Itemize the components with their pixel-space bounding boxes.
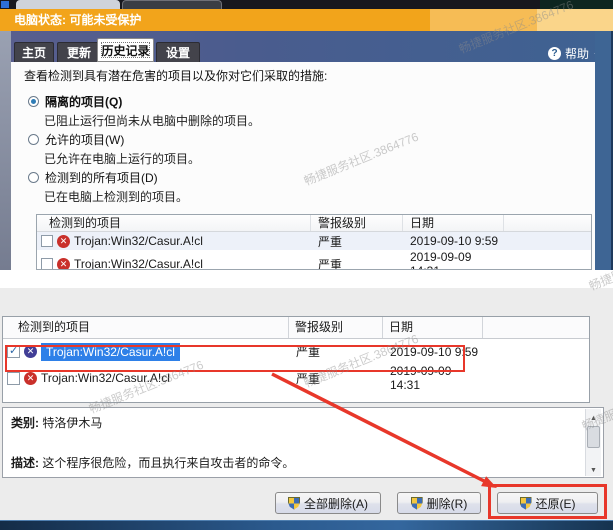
col-empty — [483, 317, 589, 338]
severe-threat-icon — [24, 345, 37, 358]
window-right-border — [595, 31, 613, 270]
screenshot-root: 电脑状态: 可能未受保护 主页 更新 历史记录 设置 ? 帮助 查看检测到具有潜… — [0, 0, 613, 530]
radio-icon — [28, 172, 39, 183]
threat-details-panel: 类别: 特洛伊木马 描述: 这个程序很危险，而且执行来自攻击者的命令。 — [2, 407, 604, 478]
description-line: 描述: 这个程序很危险，而且执行来自攻击者的命令。 — [11, 454, 294, 471]
details-scrollbar[interactable] — [585, 409, 601, 476]
scroll-up-icon[interactable] — [586, 409, 601, 424]
detect-date: 2019-09-10 9:59 — [403, 234, 504, 248]
uac-shield-icon — [520, 497, 532, 510]
severe-threat-icon — [57, 258, 70, 271]
background-window-tab — [122, 0, 222, 9]
row-checkbox[interactable] — [41, 258, 53, 270]
severe-threat-icon — [24, 372, 37, 385]
description-value: 这个程序很危险，而且执行来自攻击者的命令。 — [42, 456, 294, 470]
history-panel: 查看检测到具有潜在危害的项目以及你对它们采取的措施: 隔离的项目(Q) 已阻止运… — [11, 62, 595, 270]
help-button[interactable]: ? 帮助 — [548, 46, 600, 60]
detect-date: 2019-09-09 14:31 — [383, 364, 483, 392]
table-header-row: 检测到的项目 警报级别 日期 — [37, 215, 591, 232]
window-left-border — [0, 31, 11, 270]
background-window-tab — [16, 0, 120, 9]
help-label: 帮助 — [565, 45, 589, 62]
scrollbar-thumb[interactable] — [587, 426, 600, 448]
tab-history[interactable]: 历史记录 — [97, 38, 154, 62]
threat-name: Trojan:Win32/Casur.A!cl — [74, 257, 203, 270]
detect-date: 2019-09-09 14:31 — [403, 250, 504, 270]
desktop-strip — [0, 0, 613, 9]
table-header-row: 检测到的项目 警报级别 日期 — [3, 317, 589, 339]
detect-date: 2019-09-10 9:59 — [383, 345, 483, 359]
delete-all-label: 全部删除(A) — [304, 495, 368, 512]
alert-level: 严重 — [289, 370, 383, 387]
tab-focus-outline — [101, 42, 150, 58]
radio-allowed-desc: 已允许在电脑上运行的项目。 — [44, 150, 200, 167]
radio-icon — [28, 96, 39, 107]
history-intro-text: 查看检测到具有潜在危害的项目以及你对它们采取的措施: — [24, 67, 327, 84]
col-detected-item[interactable]: 检测到的项目 — [3, 317, 289, 338]
restore-button[interactable]: 还原(E) — [497, 492, 598, 514]
taskbar-app-icon — [1, 1, 9, 8]
description-label: 描述: — [11, 456, 39, 470]
radio-label: 隔离的项目(Q) — [45, 93, 122, 110]
col-date[interactable]: 日期 — [383, 317, 483, 338]
radio-all-detected-desc: 已在电脑上检测到的项目。 — [44, 188, 188, 205]
col-alert-level[interactable]: 警报级别 — [311, 215, 403, 231]
table-row[interactable]: Trojan:Win32/Casur.A!cl 严重 2019-09-10 9:… — [37, 232, 591, 250]
row-checkbox-checked[interactable] — [7, 345, 20, 358]
tab-update[interactable]: 更新 — [57, 42, 101, 62]
col-date[interactable]: 日期 — [403, 215, 504, 231]
radio-allowed-items[interactable]: 允许的项目(W) — [28, 131, 124, 148]
row-checkbox[interactable] — [7, 372, 20, 385]
scroll-down-icon[interactable] — [586, 461, 601, 476]
table-row[interactable]: Trojan:Win32/Casur.A!cl 严重 2019-09-09 14… — [37, 250, 591, 268]
category-value: 特洛伊木马 — [42, 416, 102, 430]
help-icon: ? — [548, 47, 561, 60]
radio-all-detected-items[interactable]: 检测到的所有项目(D) — [28, 169, 158, 186]
col-detected-item[interactable]: 检测到的项目 — [37, 215, 311, 231]
radio-label: 检测到的所有项目(D) — [45, 169, 158, 186]
row-checkbox[interactable] — [41, 235, 53, 247]
uac-shield-icon — [411, 497, 423, 510]
table-row-selected[interactable]: Trojan:Win32/Casur.A!cl 严重 2019-09-10 9:… — [3, 339, 589, 364]
alert-level: 严重 — [311, 233, 403, 250]
status-bar-gradient — [430, 9, 537, 31]
threat-name: Trojan:Win32/Casur.A!cl — [74, 234, 203, 248]
delete-label: 删除(R) — [427, 495, 468, 512]
radio-icon — [28, 134, 39, 145]
threat-name: Trojan:Win32/Casur.A!cl — [41, 371, 170, 385]
delete-button[interactable]: 删除(R) — [397, 492, 481, 514]
table-row[interactable]: Trojan:Win32/Casur.A!cl 严重 2019-09-09 14… — [3, 364, 589, 389]
tab-settings[interactable]: 设置 — [156, 42, 200, 62]
alert-level: 严重 — [311, 256, 403, 271]
tab-home[interactable]: 主页 — [14, 42, 54, 62]
severe-threat-icon — [57, 235, 70, 248]
threat-name-selected: Trojan:Win32/Casur.A!cl — [41, 343, 180, 361]
detail-view: 检测到的项目 警报级别 日期 Trojan:Win32/Casur.A!cl 严… — [0, 288, 613, 530]
delete-all-button[interactable]: 全部删除(A) — [275, 492, 381, 514]
detected-items-table: 检测到的项目 警报级别 日期 Trojan:Win32/Casur.A!cl 严… — [36, 214, 592, 270]
radio-quarantined-items[interactable]: 隔离的项目(Q) — [28, 93, 122, 110]
col-alert-level[interactable]: 警报级别 — [289, 317, 383, 338]
window-bottom-border — [0, 520, 613, 530]
radio-quarantined-desc: 已阻止运行但尚未从电脑中删除的项目。 — [44, 112, 260, 129]
col-empty — [504, 215, 591, 231]
alert-level: 严重 — [289, 343, 383, 360]
category-label: 类别: — [11, 416, 39, 430]
uac-shield-icon — [288, 497, 300, 510]
status-bar: 电脑状态: 可能未受保护 — [0, 9, 613, 31]
status-bar-gradient — [537, 9, 613, 31]
computer-status-text: 电脑状态: 可能未受保护 — [14, 9, 141, 31]
detected-items-table-detail: 检测到的项目 警报级别 日期 Trojan:Win32/Casur.A!cl 严… — [2, 316, 590, 403]
category-line: 类别: 特洛伊木马 — [11, 414, 102, 431]
restore-label: 还原(E) — [536, 495, 576, 512]
radio-label: 允许的项目(W) — [45, 131, 124, 148]
background-window-fragment — [540, 0, 613, 9]
